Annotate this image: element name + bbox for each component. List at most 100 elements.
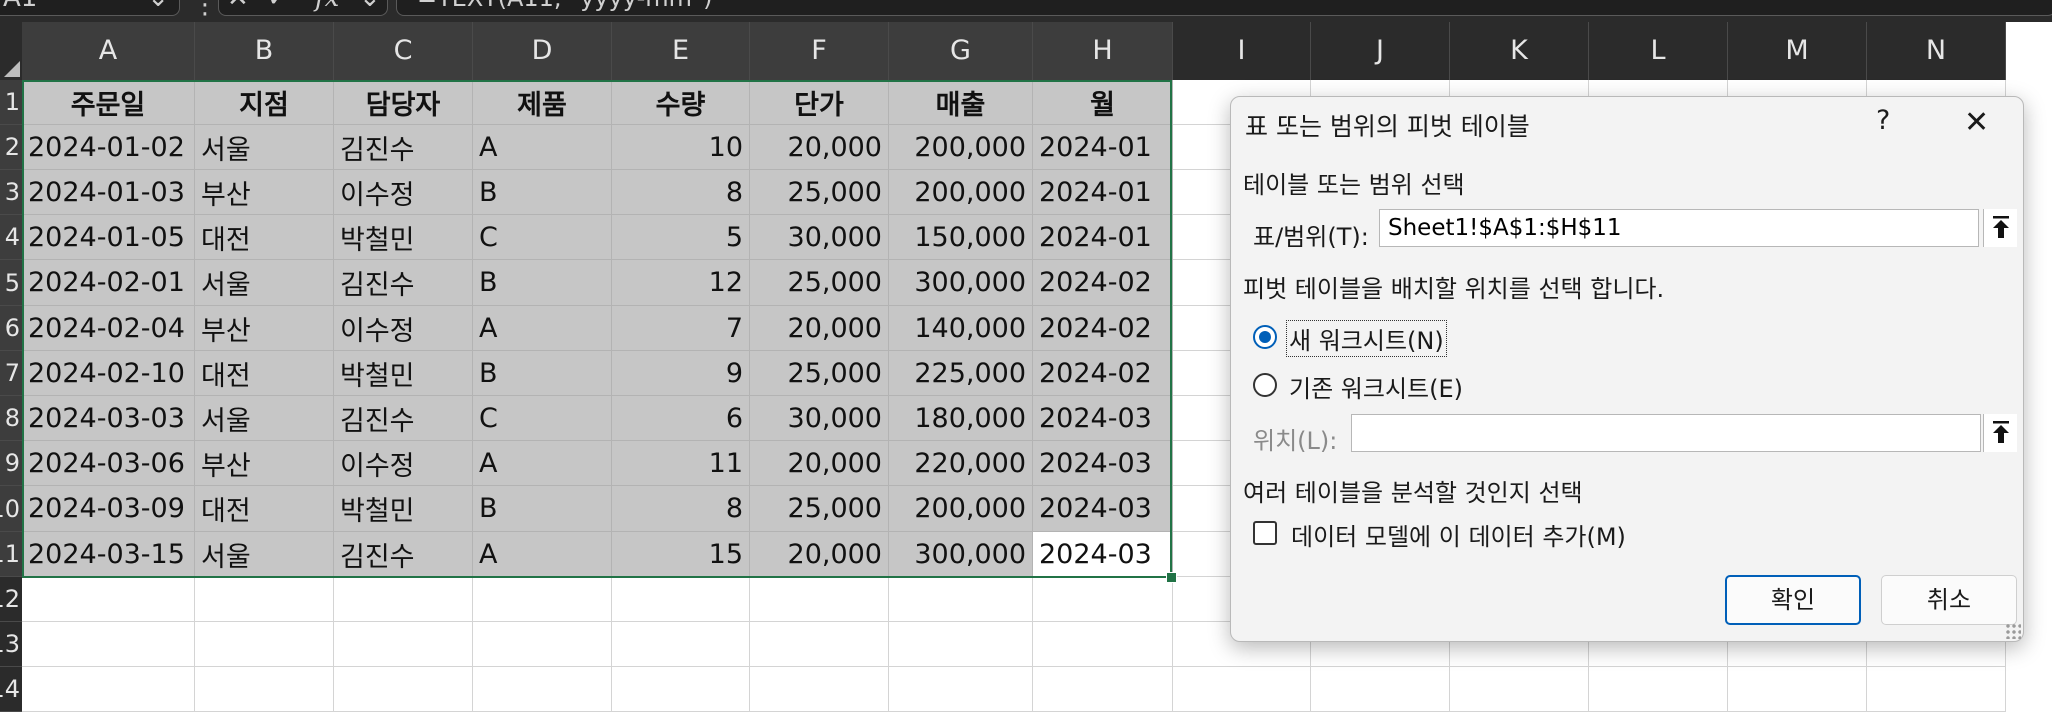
- add-data-model-checkbox[interactable]: [1253, 521, 1277, 545]
- table-cell[interactable]: 2024-03-03: [22, 396, 195, 441]
- empty-cell[interactable]: [334, 667, 473, 712]
- table-cell[interactable]: A: [473, 441, 612, 486]
- empty-cell[interactable]: [1589, 667, 1728, 712]
- empty-cell[interactable]: [195, 577, 334, 622]
- formula-input[interactable]: =TEXT(A11, "yyyy-mm"): [396, 0, 2052, 16]
- table-cell[interactable]: 9: [612, 351, 750, 396]
- table-cell[interactable]: 대전: [195, 215, 334, 260]
- empty-cell[interactable]: [22, 577, 195, 622]
- table-header-cell[interactable]: 지점: [195, 80, 334, 125]
- row-header-14[interactable]: 14: [0, 667, 22, 712]
- table-cell[interactable]: 서울: [195, 532, 334, 577]
- table-cell[interactable]: B: [473, 486, 612, 532]
- table-cell[interactable]: 2024-03-06: [22, 441, 195, 486]
- row-header-6[interactable]: 6: [0, 306, 22, 351]
- empty-cell[interactable]: [1311, 667, 1450, 712]
- range-input[interactable]: [1379, 209, 1979, 247]
- table-cell[interactable]: B: [473, 260, 612, 306]
- empty-cell[interactable]: [334, 577, 473, 622]
- table-cell[interactable]: 200,000: [889, 125, 1033, 170]
- table-header-cell[interactable]: 매출: [889, 80, 1033, 125]
- table-cell[interactable]: 2024-03: [1033, 486, 1173, 532]
- table-cell[interactable]: 20,000: [750, 441, 889, 486]
- fill-handle[interactable]: [1166, 572, 1177, 583]
- table-header-cell[interactable]: 제품: [473, 80, 612, 125]
- row-header-12[interactable]: 12: [0, 577, 22, 622]
- table-cell[interactable]: 2024-01-03: [22, 170, 195, 215]
- column-header-j[interactable]: J: [1311, 22, 1450, 80]
- table-cell[interactable]: 2024-02-01: [22, 260, 195, 306]
- table-cell[interactable]: 8: [612, 170, 750, 215]
- row-header-2[interactable]: 2: [0, 125, 22, 170]
- table-cell[interactable]: 25,000: [750, 486, 889, 532]
- table-cell[interactable]: 20,000: [750, 125, 889, 170]
- table-cell[interactable]: 25,000: [750, 170, 889, 215]
- column-header-g[interactable]: G: [889, 22, 1033, 80]
- table-cell[interactable]: 2024-03-15: [22, 532, 195, 577]
- table-cell[interactable]: 11: [612, 441, 750, 486]
- empty-cell[interactable]: [22, 667, 195, 712]
- table-cell[interactable]: 이수정: [334, 441, 473, 486]
- table-cell[interactable]: 서울: [195, 260, 334, 306]
- table-cell[interactable]: 2024-02: [1033, 260, 1173, 306]
- row-header-3[interactable]: 3: [0, 170, 22, 215]
- empty-cell[interactable]: [473, 577, 612, 622]
- table-cell[interactable]: 180,000: [889, 396, 1033, 441]
- empty-cell[interactable]: [195, 667, 334, 712]
- empty-cell[interactable]: [473, 667, 612, 712]
- empty-cell[interactable]: [1867, 667, 2006, 712]
- row-header-4[interactable]: 4: [0, 215, 22, 260]
- column-header-h[interactable]: H: [1033, 22, 1173, 80]
- table-cell[interactable]: 이수정: [334, 306, 473, 351]
- column-header-b[interactable]: B: [195, 22, 334, 80]
- column-header-n[interactable]: N: [1867, 22, 2006, 80]
- name-box[interactable]: A1 ⌄: [0, 0, 180, 16]
- table-cell[interactable]: 2024-03: [1033, 396, 1173, 441]
- table-cell[interactable]: C: [473, 215, 612, 260]
- resize-grip-icon[interactable]: [2005, 623, 2021, 639]
- row-header-11[interactable]: 11: [0, 532, 22, 577]
- empty-cell[interactable]: [1728, 667, 1867, 712]
- table-cell[interactable]: 2024-01-05: [22, 215, 195, 260]
- table-header-cell[interactable]: 주문일: [22, 80, 195, 125]
- column-header-i[interactable]: I: [1173, 22, 1311, 80]
- empty-cell[interactable]: [334, 622, 473, 667]
- column-header-e[interactable]: E: [612, 22, 750, 80]
- column-header-k[interactable]: K: [1450, 22, 1589, 80]
- table-cell[interactable]: 2024-02-10: [22, 351, 195, 396]
- table-cell[interactable]: 225,000: [889, 351, 1033, 396]
- table-cell[interactable]: 2024-01: [1033, 215, 1173, 260]
- table-cell[interactable]: A: [473, 306, 612, 351]
- table-cell[interactable]: 8: [612, 486, 750, 532]
- table-cell[interactable]: 부산: [195, 441, 334, 486]
- empty-cell[interactable]: [750, 577, 889, 622]
- empty-cell[interactable]: [889, 622, 1033, 667]
- location-collapse-button[interactable]: [1983, 414, 2017, 452]
- table-cell[interactable]: 2024-03-09: [22, 486, 195, 532]
- empty-cell[interactable]: [889, 577, 1033, 622]
- table-cell[interactable]: 30,000: [750, 396, 889, 441]
- empty-cell[interactable]: [889, 667, 1033, 712]
- table-cell[interactable]: 2024-02: [1033, 351, 1173, 396]
- table-cell[interactable]: 15: [612, 532, 750, 577]
- table-cell[interactable]: 10: [612, 125, 750, 170]
- row-header-1[interactable]: 1: [0, 80, 22, 125]
- close-icon[interactable]: ✕: [1964, 105, 1989, 140]
- range-collapse-button[interactable]: [1983, 209, 2017, 247]
- table-cell[interactable]: 부산: [195, 306, 334, 351]
- table-cell[interactable]: 300,000: [889, 260, 1033, 306]
- table-header-cell[interactable]: 단가: [750, 80, 889, 125]
- table-cell[interactable]: 12: [612, 260, 750, 306]
- chevron-down-icon[interactable]: ⌄: [359, 0, 381, 15]
- empty-cell[interactable]: [750, 622, 889, 667]
- table-cell[interactable]: 2024-03: [1033, 532, 1173, 577]
- fx-icon[interactable]: fx: [315, 0, 339, 15]
- empty-cell[interactable]: [612, 667, 750, 712]
- location-input[interactable]: [1351, 414, 1981, 452]
- table-cell[interactable]: 7: [612, 306, 750, 351]
- row-header-8[interactable]: 8: [0, 396, 22, 441]
- table-header-cell[interactable]: 월: [1033, 80, 1173, 125]
- table-cell[interactable]: A: [473, 125, 612, 170]
- row-header-13[interactable]: 13: [0, 622, 22, 667]
- table-cell[interactable]: 박철민: [334, 215, 473, 260]
